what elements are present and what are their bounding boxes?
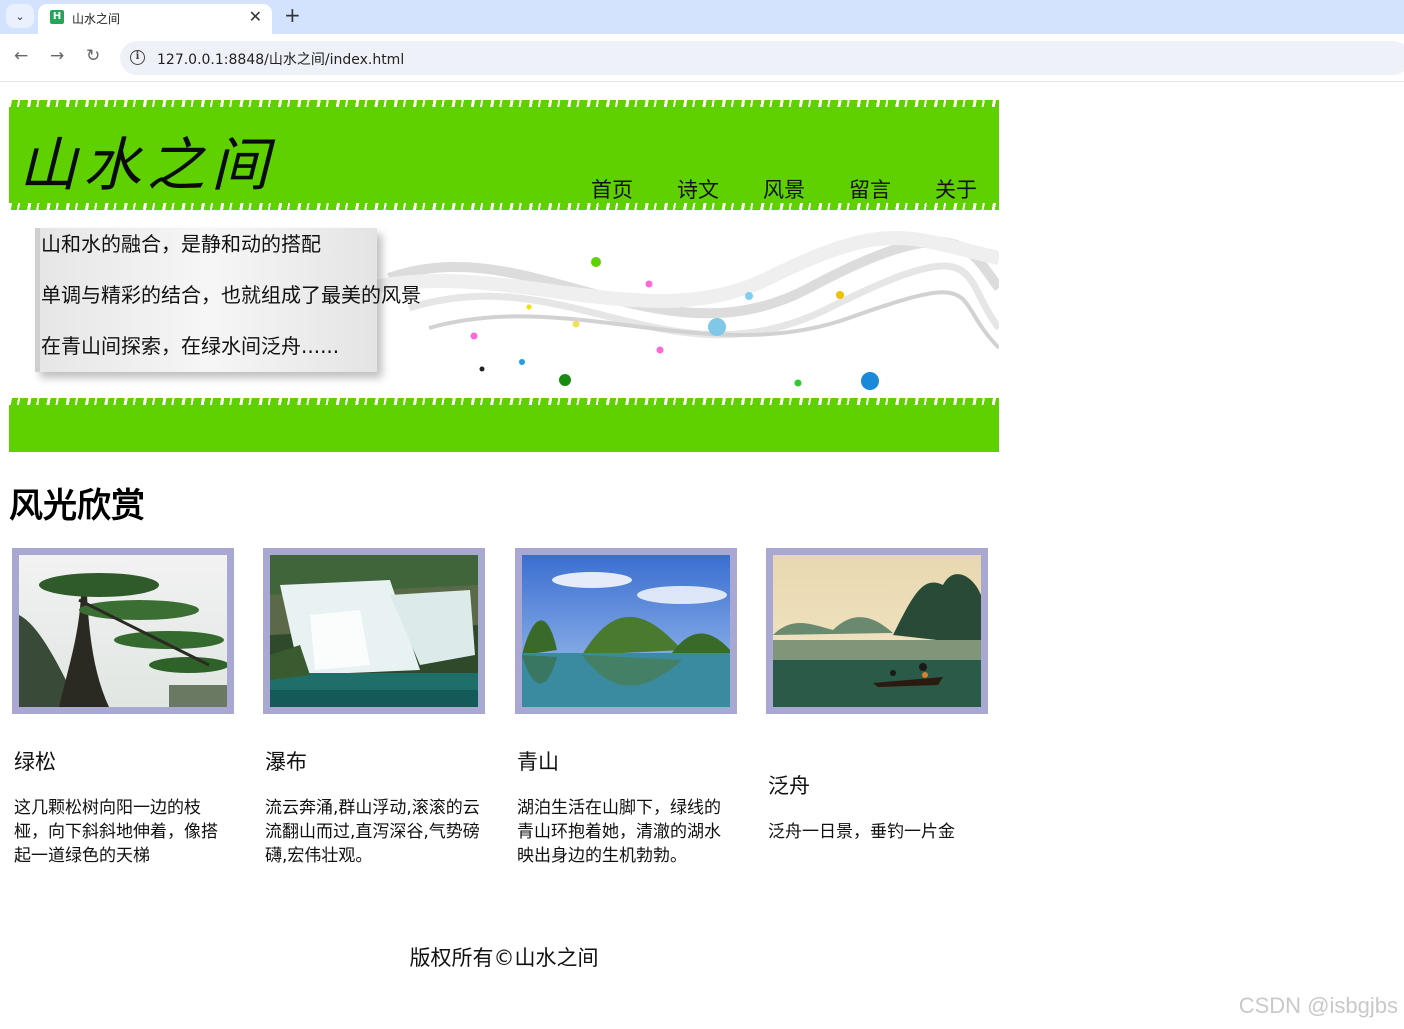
address-bar[interactable]: i 127.0.0.1:8848/山水之间/index.html [120,41,1404,75]
scenery-gallery: 绿松 这几颗松树向阳一边的枝桠，向下斜斜地伸着，像搭起一道绿色的天梯 瀑布 流云… [9,548,999,878]
gallery-card-hills: 青山 湖泊生活在山脚下，绿线的青山环抱着她，清澈的湖水映出身边的生机勃勃。 [515,548,737,866]
pine-tree-photo[interactable] [19,555,227,707]
banner-line-2: 单调与精彩的结合，也就组成了最美的风景 [41,283,421,307]
url-text[interactable]: 127.0.0.1:8848/山水之间/index.html [157,49,404,69]
banner-line-1: 山和水的融合，是静和动的搭配 [41,232,321,256]
card-desc: 湖泊生活在山脚下，绿线的青山环抱着她，清澈的湖水映出身边的生机勃勃。 [517,798,721,866]
main-nav: 首页 诗文 风景 留言 关于 [591,174,977,204]
photo-frame [515,548,737,714]
site-info-icon[interactable]: i [130,50,145,65]
card-title: 青山 [517,750,559,774]
banner-bottom-band [9,398,999,452]
page-footer: 版权所有©山水之间 [409,946,599,970]
site-header: 山水之间 首页 诗文 风景 留言 关于 [9,100,999,210]
browser-tab-strip: ⌄ H 山水之间 ✕ + [0,0,1404,34]
card-desc: 流云奔涌,群山浮动,滚滚的云流翻山而过,直泻深谷,气势磅礴,宏伟壮观。 [265,798,480,866]
card-desc: 泛舟一日景，垂钓一片金 [768,822,955,842]
hbuilder-favicon-icon: H [50,10,64,24]
nav-item-about[interactable]: 关于 [935,174,977,204]
browser-toolbar: ← → ↻ i 127.0.0.1:8848/山水之间/index.html [0,34,1404,82]
photo-frame [263,548,485,714]
card-desc: 这几颗松树向阳一边的枝桠，向下斜斜地伸着，像搭起一道绿色的天梯 [14,798,218,866]
gallery-card-boat: 泛舟 泛舟一日景，垂钓一片金 [766,548,988,842]
photo-frame [12,548,234,714]
back-arrow-icon[interactable]: ← [14,46,28,66]
section-title: 风光欣赏 [9,486,145,526]
waterfall-photo[interactable] [270,555,478,707]
card-title: 瀑布 [265,750,307,774]
boating-photo[interactable] [773,555,981,707]
tab-title: 山水之间 [72,12,121,26]
forward-arrow-icon[interactable]: → [50,46,64,66]
banner-line-3: 在青山间探索，在绿水间泛舟...... [41,334,340,358]
card-title: 泛舟 [768,774,810,798]
hero-banner: 山和水的融合，是静和动的搭配 单调与精彩的结合，也就组成了最美的风景 在青山间探… [9,218,999,398]
nav-item-home[interactable]: 首页 [591,174,633,204]
nav-item-messages[interactable]: 留言 [849,174,891,204]
photo-frame [766,548,988,714]
tab-close-icon[interactable]: ✕ [249,7,262,26]
new-tab-plus-icon[interactable]: + [284,3,301,27]
gallery-card-pine: 绿松 这几颗松树向阳一边的枝桠，向下斜斜地伸着，像搭起一道绿色的天梯 [12,548,234,866]
nav-item-poetry[interactable]: 诗文 [677,174,719,204]
nav-item-scenery[interactable]: 风景 [763,174,805,204]
browser-tab[interactable]: H 山水之间 ✕ [38,4,272,34]
card-title: 绿松 [14,750,56,774]
tab-search-chevron-icon[interactable]: ⌄ [6,4,34,28]
site-title: 山水之间 [19,131,276,199]
csdn-watermark: CSDN @isbgjbs [1238,993,1398,1018]
reload-icon[interactable]: ↻ [86,46,100,66]
green-hills-photo[interactable] [522,555,730,707]
gallery-card-waterfall: 瀑布 流云奔涌,群山浮动,滚滚的云流翻山而过,直泻深谷,气势磅礴,宏伟壮观。 [263,548,485,866]
